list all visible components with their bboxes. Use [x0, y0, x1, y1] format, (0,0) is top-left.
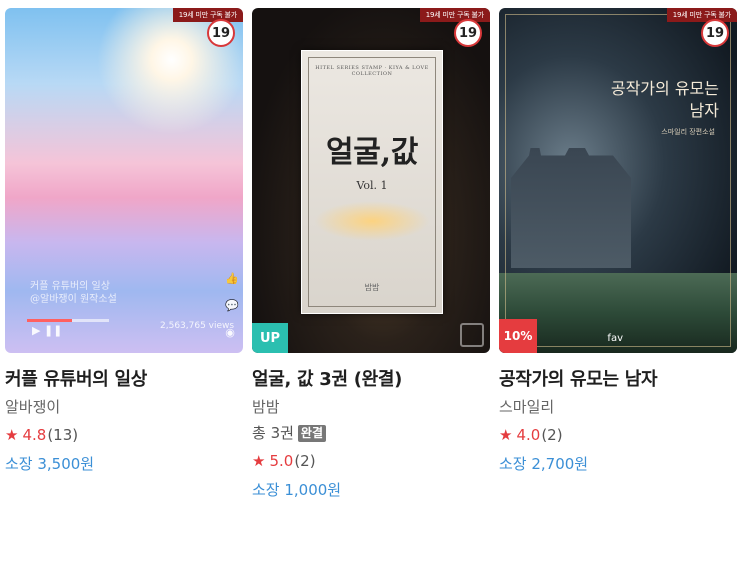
book-price: 소장 1,000원: [252, 481, 342, 499]
book-info: 얼굴, 값 3권 (완결) 밤밤 총 3권 완결 ★ 5.0 (2) 소장 1,…: [252, 353, 492, 500]
cover-series-text: HITEL SERIES STAMP · KIYA & LOVE COLLECT…: [315, 65, 429, 77]
book-title[interactable]: 커플 유튜버의 일상: [5, 368, 245, 392]
book-rating: ★ 5.0 (2): [252, 451, 492, 471]
cover-title: 얼굴,값: [325, 135, 419, 170]
book-cover[interactable]: 19세 미만 구독 불가 19 공작가의 유모는 남자 스마일리 장편소설 10…: [499, 8, 737, 353]
age-19-badge: 19: [454, 19, 482, 47]
book-rating: ★ 4.8 (13): [5, 425, 245, 445]
star-icon: ★: [499, 426, 513, 444]
volume-info: 총 3권 완결: [252, 423, 492, 443]
cover-overlay-subtitle: @알바쟁이 원작소설: [30, 294, 117, 305]
cover-overlay-title: 커플 유튜버의 일상: [30, 281, 110, 292]
rating-score: 4.8: [22, 426, 47, 444]
rating-score: 5.0: [269, 452, 294, 470]
like-icon: 👍: [225, 272, 239, 285]
star-icon: ★: [5, 426, 19, 444]
toggle-icon: ◉: [225, 326, 235, 339]
book-author[interactable]: 알바쟁이: [5, 397, 245, 417]
complete-badge: 완결: [297, 424, 327, 442]
star-icon: ★: [252, 452, 266, 470]
discount-badge: 10%: [499, 319, 537, 353]
rating-score: 4.0: [516, 426, 541, 444]
rating-count: (13): [47, 426, 79, 444]
cover-volume: Vol. 1: [356, 179, 388, 192]
rating-count: (2): [294, 452, 316, 470]
age-restriction-label: 19세 미만 구독 불가: [172, 8, 243, 22]
book-grid: 19세 미만 구독 불가 19 커플 유튜버의 일상 @알바쟁이 원작소설 ▶ …: [0, 0, 743, 561]
book-info: 커플 유튜버의 일상 알바쟁이 ★ 4.8 (13) 소장 3,500원: [5, 353, 245, 474]
book-price: 소장 3,500원: [5, 455, 95, 473]
rating-count: (2): [541, 426, 563, 444]
age-19-badge: 19: [207, 19, 235, 47]
cover-subtitle: 스마일리 장편소설: [661, 128, 715, 136]
pause-icon: ❚❚: [43, 324, 63, 337]
cover-overlay-text: 커플 유튜버의 일상 @알바쟁이 원작소설: [30, 280, 117, 306]
view-count: 2,563,765 views: [160, 321, 235, 331]
book-title[interactable]: 공작가의 유모는 남자: [499, 368, 739, 392]
cover-author: 밤밤: [364, 283, 380, 292]
volume-count: 총 3권: [252, 424, 294, 442]
cover-side-icons: 👍 💬 ◉: [225, 272, 239, 339]
video-progress-bar: [27, 319, 109, 322]
publisher-logo-icon: [460, 323, 484, 347]
age-19-badge: 19: [701, 19, 729, 47]
book-rating: ★ 4.0 (2): [499, 425, 739, 445]
player-controls: ▶ ❚❚: [32, 324, 62, 337]
book-price: 소장 2,700원: [499, 455, 589, 473]
book-cover[interactable]: 19세 미만 구독 불가 19 HITEL SERIES STAMP · KIY…: [252, 8, 490, 353]
book-card[interactable]: 19세 미만 구독 불가 19 공작가의 유모는 남자 스마일리 장편소설 10…: [499, 8, 739, 474]
cover-title: 공작가의 유모는 남자: [610, 79, 719, 120]
cover-frame: [505, 14, 731, 347]
play-icon: ▶: [32, 324, 41, 337]
video-progress-fill: [27, 319, 73, 322]
book-card[interactable]: 19세 미만 구독 불가 19 커플 유튜버의 일상 @알바쟁이 원작소설 ▶ …: [5, 8, 245, 474]
fav-logo: fav: [607, 333, 623, 344]
age-restriction-label: 19세 미만 구독 불가: [666, 8, 737, 22]
book-title[interactable]: 얼굴, 값 3권 (완결): [252, 368, 492, 392]
book-author[interactable]: 밤밤: [252, 397, 492, 417]
up-badge: UP: [252, 323, 288, 353]
headlight-glow: [314, 201, 430, 241]
book-cover[interactable]: 19세 미만 구독 불가 19 커플 유튜버의 일상 @알바쟁이 원작소설 ▶ …: [5, 8, 243, 353]
cover-book-art: HITEL SERIES STAMP · KIYA & LOVE COLLECT…: [301, 50, 443, 314]
book-info: 공작가의 유모는 남자 스마일리 ★ 4.0 (2) 소장 2,700원: [499, 353, 739, 474]
comment-icon: 💬: [225, 299, 239, 312]
age-restriction-label: 19세 미만 구독 불가: [419, 8, 490, 22]
book-card[interactable]: 19세 미만 구독 불가 19 HITEL SERIES STAMP · KIY…: [252, 8, 492, 500]
book-author[interactable]: 스마일리: [499, 397, 739, 417]
